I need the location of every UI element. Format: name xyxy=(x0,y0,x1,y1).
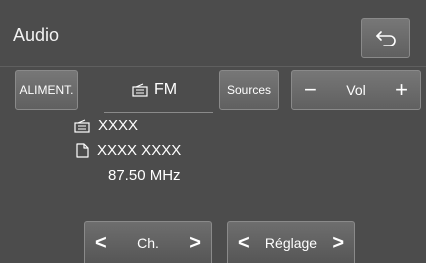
station-row: XXXX xyxy=(74,117,138,134)
radio-text: XXXX XXXX xyxy=(97,142,182,159)
frequency-row: 87.50 MHz xyxy=(108,167,181,184)
sources-button[interactable]: Sources xyxy=(219,70,279,110)
band-underline xyxy=(104,112,213,113)
back-button[interactable] xyxy=(361,18,410,58)
channel-next-button[interactable]: > xyxy=(189,233,201,253)
return-arrow-icon xyxy=(375,31,396,46)
tune-control: < Réglage > xyxy=(227,221,355,263)
audio-screen: Audio ALIMENT. FM Sources − Vol + XXXX X… xyxy=(0,0,426,263)
volume-down-button[interactable]: − xyxy=(304,79,317,101)
radio-icon xyxy=(132,83,148,97)
volume-up-button[interactable]: + xyxy=(395,79,408,101)
tune-label: Réglage xyxy=(264,234,318,251)
document-icon xyxy=(76,143,89,158)
channel-control: < Ch. > xyxy=(84,221,212,263)
radio-text-row: XXXX XXXX xyxy=(76,142,181,159)
frequency-value: 87.50 MHz xyxy=(108,167,181,184)
volume-label: Vol xyxy=(346,82,366,98)
radio-station-icon xyxy=(74,118,90,133)
station-name: XXXX xyxy=(98,117,139,134)
tune-prev-button[interactable]: < xyxy=(238,233,250,253)
band-label: FM xyxy=(153,81,178,98)
band-display: FM xyxy=(100,70,209,110)
power-button[interactable]: ALIMENT. xyxy=(15,70,78,110)
volume-control: − Vol + xyxy=(291,70,421,110)
channel-label: Ch. xyxy=(137,234,159,251)
header-divider xyxy=(0,66,426,67)
tune-next-button[interactable]: > xyxy=(332,233,344,253)
page-title: Audio xyxy=(13,25,60,45)
channel-prev-button[interactable]: < xyxy=(95,233,107,253)
